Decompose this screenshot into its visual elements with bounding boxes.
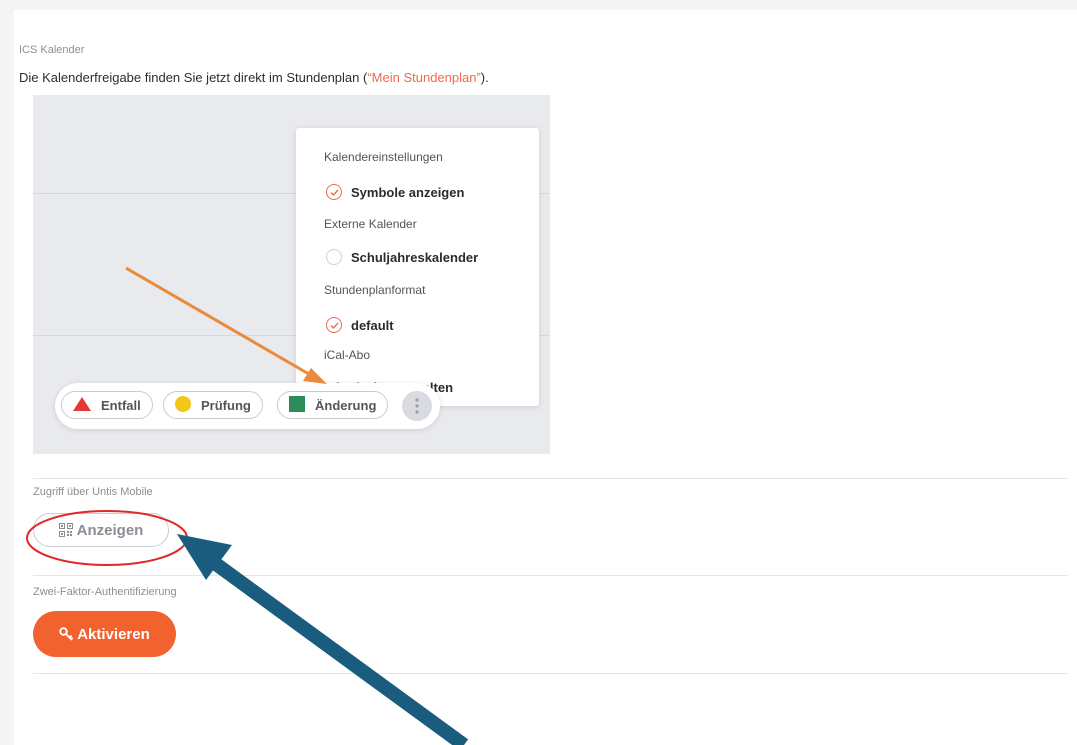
legend-change[interactable]: Änderung [277, 391, 389, 419]
check-circle-icon [326, 184, 342, 200]
timetable-format-label: Stundenplanformat [324, 283, 426, 297]
show-qr-button[interactable]: Anzeigen [33, 513, 169, 547]
calendar-settings-label: Kalendereinstellungen [324, 150, 443, 164]
timetable-screenshot: Kalendereinstellungen Symbole anzeigen E… [33, 95, 550, 454]
external-calendars-label: Externe Kalender [324, 217, 417, 231]
option-show-symbols[interactable]: Symbole anzeigen [326, 183, 464, 201]
activate-2fa-button[interactable]: Aktivieren [33, 611, 176, 657]
section-divider [33, 478, 1068, 479]
check-circle-icon [326, 317, 342, 333]
option-format-default[interactable]: default [326, 316, 394, 334]
vertical-dots-icon[interactable] [402, 391, 432, 421]
ical-label: iCal-Abo [324, 348, 371, 362]
yellow-dot-icon [175, 395, 191, 415]
qr-code-icon [58, 523, 73, 537]
mobile-section-title: Zugriff über Untis Mobile [33, 486, 153, 498]
triangle-icon [73, 396, 91, 414]
section-divider [33, 575, 1068, 576]
section-divider [33, 673, 1068, 674]
ics-section-title: ICS Kalender [19, 44, 85, 56]
legend-bar: Entfall Prüfung Änderung [55, 383, 440, 429]
green-square-icon [289, 395, 305, 415]
ics-description: Die Kalenderfreigabe finden Sie jetzt di… [19, 70, 489, 85]
legend-exam[interactable]: Prüfung [163, 391, 263, 419]
option-school-year-calendar[interactable]: Schuljahreskalender [326, 248, 478, 266]
mein-stundenplan-link[interactable]: “Mein Stundenplan” [367, 70, 480, 85]
twofa-section-title: Zwei-Faktor-Authentifizierung [33, 586, 177, 598]
empty-radio-icon [326, 249, 342, 265]
legend-cancelled[interactable]: Entfall [61, 391, 153, 419]
calendar-settings-menu: Kalendereinstellungen Symbole anzeigen E… [296, 128, 539, 406]
key-icon [59, 627, 74, 641]
